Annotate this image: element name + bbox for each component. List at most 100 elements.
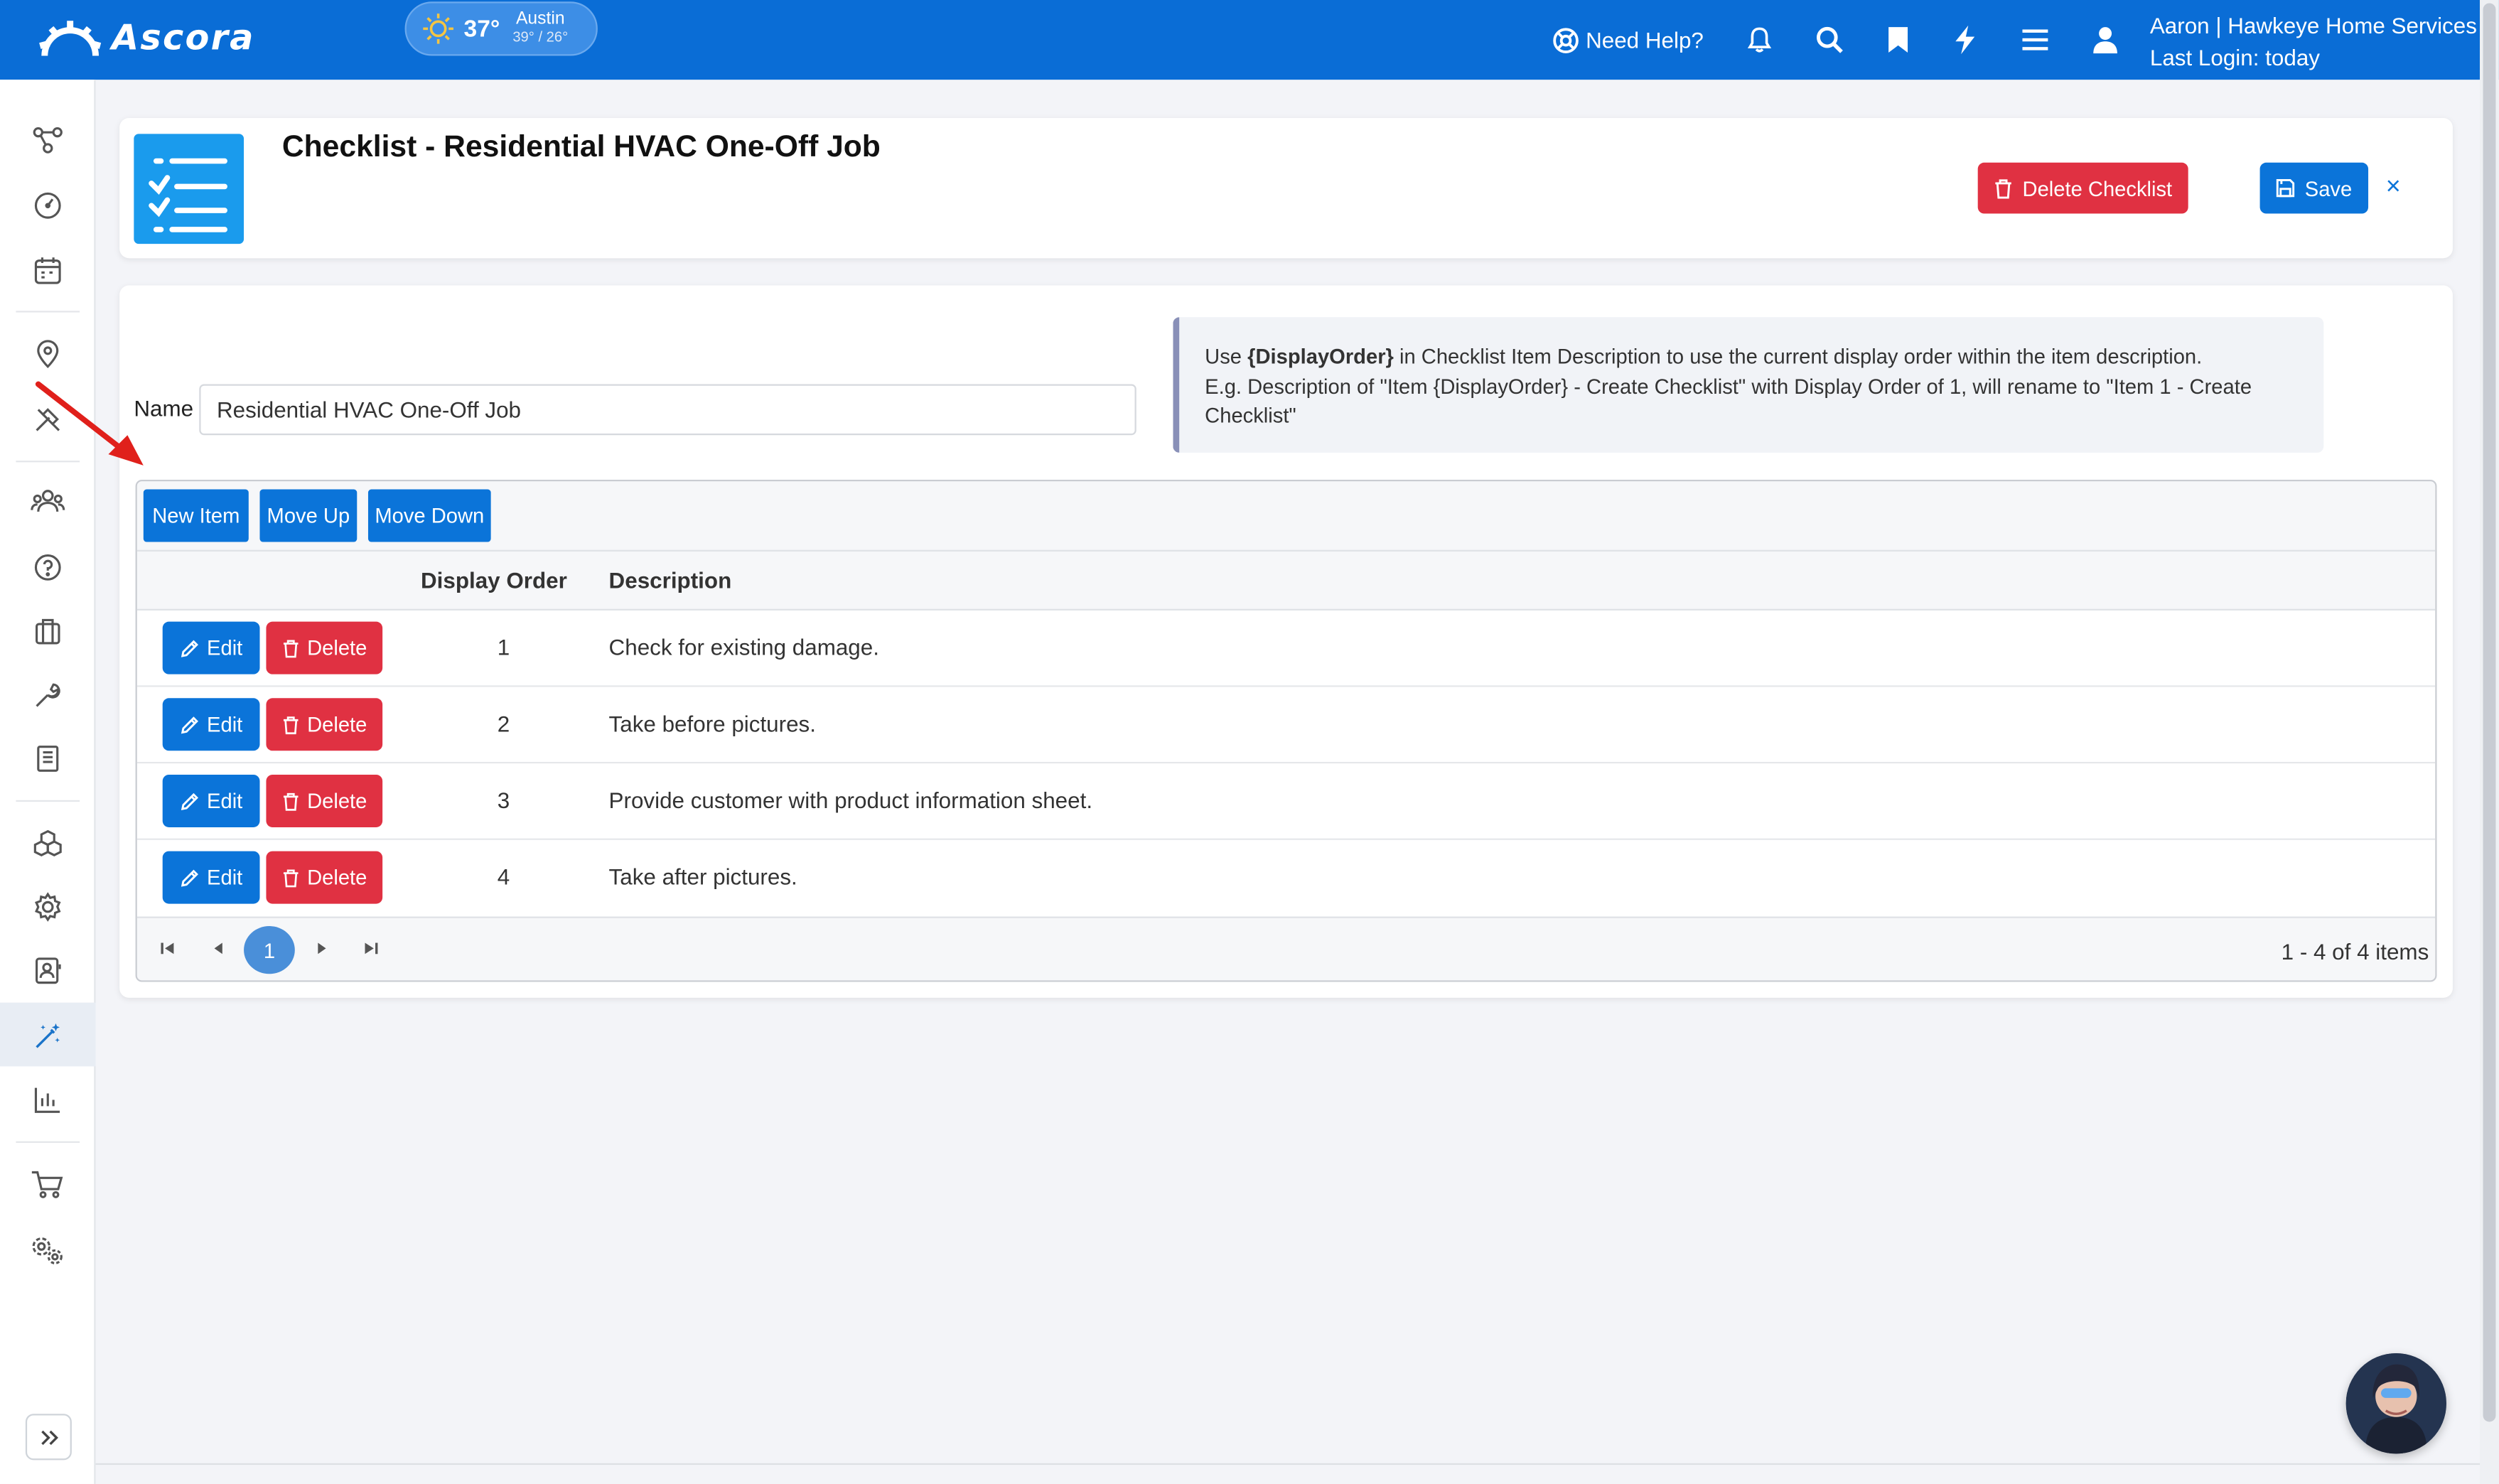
pencil-icon xyxy=(181,869,198,886)
first-page-icon[interactable] xyxy=(159,940,175,961)
sidebar-item-maintenance[interactable] xyxy=(28,676,67,714)
question-icon xyxy=(34,554,61,581)
sidebar-expand-button[interactable] xyxy=(25,1414,72,1461)
table-row[interactable]: Edit Delete 1 Check for existing damage. xyxy=(136,610,2436,687)
delete-button[interactable]: Delete xyxy=(266,621,383,674)
checklist-glyph xyxy=(149,158,227,232)
description-cell: Take after pictures. xyxy=(608,864,797,890)
trash-icon xyxy=(283,792,298,810)
gear-icon xyxy=(35,892,61,922)
delete-button[interactable]: Delete xyxy=(266,774,383,827)
edit-label: Edit xyxy=(207,789,243,813)
scrollbar-thumb[interactable] xyxy=(2483,3,2496,1422)
description-cell: Check for existing damage. xyxy=(608,634,879,660)
need-help-label: Need Help? xyxy=(1586,27,1704,53)
move-down-button[interactable]: Move Down xyxy=(367,489,491,542)
sidebar-item-admin-settings[interactable] xyxy=(28,1232,67,1271)
next-page-icon[interactable] xyxy=(314,940,330,961)
bolt-icon xyxy=(1955,25,1975,55)
menu-button[interactable] xyxy=(2019,24,2051,56)
display-order-cell: 1 xyxy=(497,634,510,660)
delete-checklist-label: Delete Checklist xyxy=(2022,176,2173,200)
weather-range: 39° / 26° xyxy=(512,28,569,45)
sidebar-item-contacts[interactable] xyxy=(28,952,67,990)
column-header-display-order[interactable]: Display Order xyxy=(421,567,567,593)
quick-actions-button[interactable] xyxy=(1949,24,1981,56)
trash-icon xyxy=(283,716,298,733)
users-icon xyxy=(31,490,65,512)
hint-text: Use xyxy=(1205,344,1248,369)
table-row[interactable]: Edit Delete 3 Provide customer with prod… xyxy=(136,763,2436,840)
delete-label: Delete xyxy=(307,789,367,813)
menu-icon xyxy=(2022,29,2048,50)
pencil-icon xyxy=(181,792,198,810)
page-number-button[interactable]: 1 xyxy=(244,926,295,974)
pencil-icon xyxy=(181,716,198,733)
move-up-button[interactable]: Move Up xyxy=(259,489,358,542)
sidebar-item-map[interactable] xyxy=(28,335,67,373)
grid-header: Display Order Description xyxy=(136,551,2436,611)
calendar-icon xyxy=(34,257,61,284)
pencil-icon xyxy=(181,639,198,657)
save-button[interactable]: Save xyxy=(2259,162,2369,214)
sidebar-item-reports[interactable] xyxy=(28,1081,67,1119)
gears-icon xyxy=(32,1237,63,1264)
assistant-avatar[interactable] xyxy=(2345,1353,2446,1454)
expand-icon xyxy=(41,1429,58,1444)
checklist-icon xyxy=(134,134,244,244)
page-scrollbar[interactable] xyxy=(2480,0,2499,1484)
sidebar-item-jobs[interactable] xyxy=(28,612,67,650)
sidebar-item-customers[interactable] xyxy=(28,483,67,522)
wrench-icon xyxy=(36,683,60,707)
grid-pager: 1 1 - 4 of 4 items xyxy=(136,916,2436,981)
last-login: Last Login: today xyxy=(2149,44,2320,70)
sidebar-item-dashboard[interactable] xyxy=(28,186,67,225)
brand-logo[interactable]: Ascora xyxy=(38,19,255,59)
notifications-button[interactable] xyxy=(1743,24,1775,56)
last-page-icon[interactable] xyxy=(363,940,379,961)
search-icon xyxy=(1816,26,1843,53)
sidebar-item-shop[interactable] xyxy=(28,1165,67,1203)
edit-button[interactable]: Edit xyxy=(162,774,260,827)
save-icon xyxy=(2277,178,2295,198)
sidebar-item-calendar[interactable] xyxy=(28,252,67,290)
edit-label: Edit xyxy=(207,635,243,660)
new-item-button[interactable]: New Item xyxy=(143,489,249,542)
sidebar-item-settings[interactable] xyxy=(28,888,67,926)
trash-icon xyxy=(283,869,298,887)
user-profile-button[interactable] xyxy=(2090,24,2122,56)
delete-button[interactable]: Delete xyxy=(266,851,383,904)
contact-card-icon xyxy=(36,957,61,984)
prev-page-icon[interactable] xyxy=(210,940,226,961)
edit-label: Edit xyxy=(207,865,243,890)
hint-text: in Checklist Item Description to use the… xyxy=(1393,344,2203,369)
name-input[interactable] xyxy=(199,384,1136,436)
search-button[interactable] xyxy=(1814,24,1846,56)
user-info[interactable]: Aaron | Hawkeye Home Services Last Login… xyxy=(2150,9,2477,73)
sidebar-item-help[interactable] xyxy=(28,548,67,586)
weather-widget[interactable]: 37° Austin 39° / 26° xyxy=(404,1,598,56)
sidebar xyxy=(0,80,96,1484)
cart-icon xyxy=(31,1171,63,1198)
delete-button[interactable]: Delete xyxy=(266,698,383,751)
close-button[interactable]: × xyxy=(2386,173,2401,202)
bookmarks-button[interactable] xyxy=(1882,24,1914,56)
need-help-link[interactable]: Need Help? xyxy=(1552,0,1704,80)
pager-info: 1 - 4 of 4 items xyxy=(2281,938,2429,964)
column-header-description[interactable]: Description xyxy=(609,567,732,593)
sun-icon xyxy=(423,14,453,44)
table-row[interactable]: Edit Delete 2 Take before pictures. xyxy=(136,687,2436,764)
checklist-editor-card: Name Use {DisplayOrder} in Checklist Ite… xyxy=(119,285,2453,998)
hint-token: {DisplayOrder} xyxy=(1247,344,1394,369)
hint-line-2: E.g. Description of "Item {DisplayOrder}… xyxy=(1205,373,2252,428)
sidebar-item-checklists[interactable] xyxy=(28,1017,67,1055)
table-row[interactable]: Edit Delete 4 Take after pictures. xyxy=(136,839,2436,917)
edit-button[interactable]: Edit xyxy=(162,851,260,904)
delete-checklist-button[interactable]: Delete Checklist xyxy=(1977,162,2188,214)
edit-button[interactable]: Edit xyxy=(162,698,260,751)
page-title: Checklist - Residential HVAC One-Off Job xyxy=(281,130,881,164)
edit-button[interactable]: Edit xyxy=(162,621,260,674)
sidebar-item-workflow[interactable] xyxy=(28,121,67,159)
sidebar-item-inventory[interactable] xyxy=(28,824,67,862)
sidebar-item-documents[interactable] xyxy=(28,740,67,778)
